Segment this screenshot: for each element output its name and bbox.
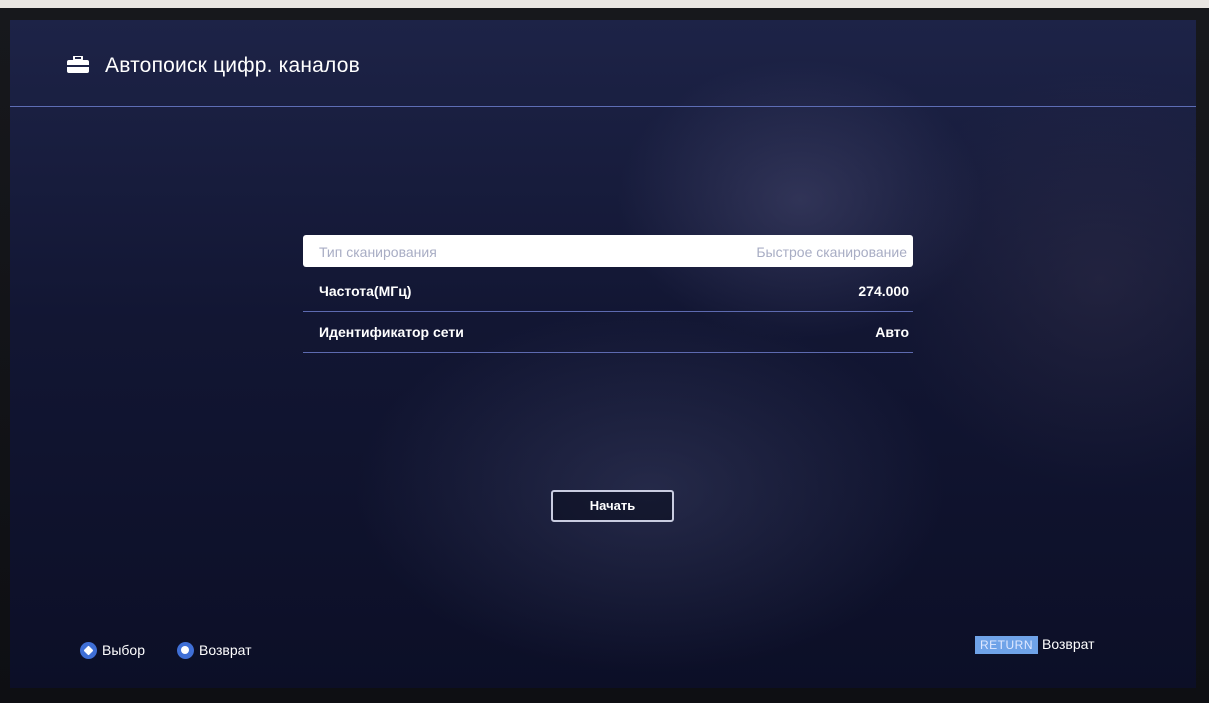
select-hint-label: Выбор <box>102 642 145 658</box>
setting-row-frequency[interactable]: Частота(МГц) 274.000 <box>303 271 913 312</box>
header-bar: Автопоиск цифр. каналов <box>10 20 1196 107</box>
select-button-icon <box>80 641 97 659</box>
back-button-icon <box>177 641 194 659</box>
setting-label: Тип сканирования <box>319 244 437 260</box>
return-hint-label: Возврат <box>1042 636 1095 652</box>
setting-value: Быстрое сканирование <box>756 244 907 260</box>
back-hint: Возврат <box>177 641 252 660</box>
back-hint-label: Возврат <box>199 642 252 658</box>
page-title: Автопоиск цифр. каналов <box>105 54 360 77</box>
setting-label: Частота(МГц) <box>319 283 412 299</box>
setting-label: Идентификатор сети <box>319 324 464 340</box>
settings-list: Тип сканирования Быстрое сканирование Ча… <box>303 235 913 353</box>
setting-row-scan-type[interactable]: Тип сканирования Быстрое сканирование <box>303 235 913 267</box>
select-hint: Выбор <box>80 641 145 660</box>
toolbox-icon <box>67 56 89 73</box>
setting-value: 274.000 <box>858 283 909 299</box>
setting-row-network-id[interactable]: Идентификатор сети Авто <box>303 312 913 353</box>
start-button[interactable]: Начать <box>551 490 674 522</box>
return-key-badge: RETURN <box>975 636 1038 654</box>
setting-value: Авто <box>875 324 909 340</box>
tv-screen: Автопоиск цифр. каналов Тип сканирования… <box>10 20 1196 688</box>
return-hint: RETURN Возврат <box>975 636 1095 654</box>
